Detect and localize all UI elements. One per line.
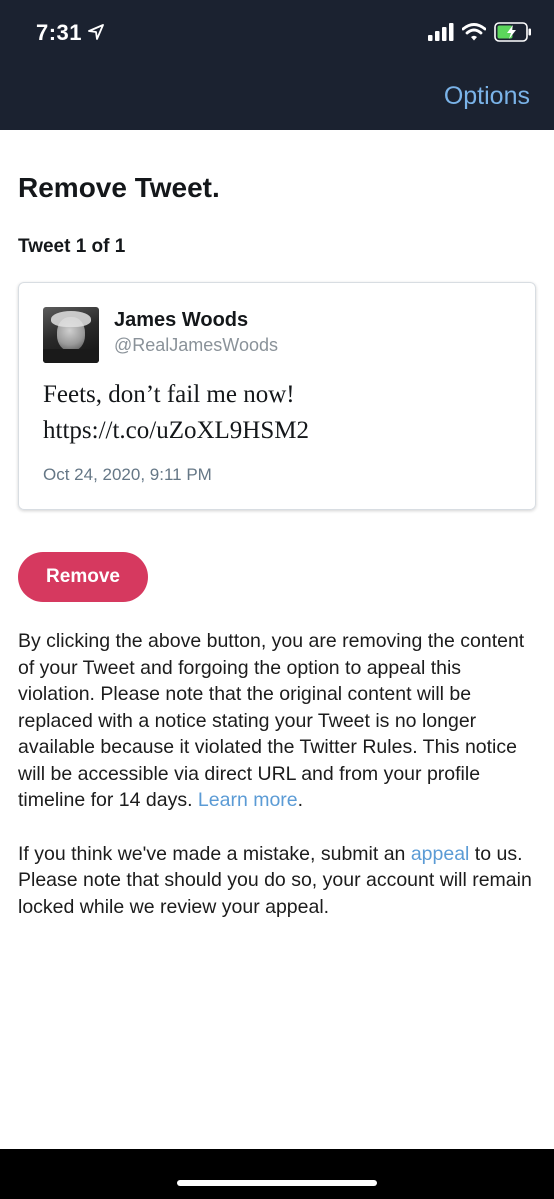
- home-indicator[interactable]: [177, 1180, 377, 1186]
- removal-notice-period: .: [297, 789, 304, 811]
- remove-button[interactable]: Remove: [18, 552, 148, 602]
- avatar: [43, 307, 99, 363]
- learn-more-link[interactable]: Learn more: [198, 789, 298, 811]
- location-arrow-icon: [88, 20, 104, 46]
- wifi-icon: [461, 23, 487, 46]
- appeal-notice-text-start: If you think we've made a mistake, submi…: [18, 842, 411, 865]
- tweet-link: https://t.co/uZoXL9HSM2: [43, 417, 309, 444]
- tweet-card: James Woods @RealJamesWoods Feets, don’t…: [18, 282, 536, 510]
- tweet-text-line: Feets, don’t fail me now!: [43, 381, 295, 408]
- remove-tweet-content: Remove Tweet. Tweet 1 of 1 James Woods @…: [18, 130, 536, 920]
- cellular-signal-icon: [428, 23, 454, 46]
- removal-notice-paragraph: By clicking the above button, you are re…: [18, 628, 536, 814]
- tweet-timestamp: Oct 24, 2020, 9:11 PM: [43, 465, 212, 484]
- removal-notice-text: By clicking the above button, you are re…: [18, 630, 525, 811]
- top-bar: 7:31 Options: [0, 0, 554, 130]
- bottom-bar: [0, 1149, 554, 1199]
- tweet-author-name: James Woods: [114, 309, 249, 331]
- tweet-counter: Tweet 1 of 1: [18, 236, 126, 257]
- options-button[interactable]: Options: [444, 82, 530, 111]
- appeal-notice-paragraph: If you think we've made a mistake, submi…: [18, 841, 536, 921]
- status-icons: [428, 22, 532, 47]
- appeal-link[interactable]: appeal: [411, 843, 470, 865]
- status-time: 7:31: [36, 20, 83, 45]
- tweet-author-handle: @RealJamesWoods: [114, 335, 279, 355]
- tweet-text: Feets, don’t fail me now! https://t.co/u…: [43, 377, 513, 449]
- battery-charging-icon: [494, 22, 532, 47]
- page-title: Remove Tweet.: [18, 172, 220, 203]
- status-time-group: 7:31: [36, 20, 104, 46]
